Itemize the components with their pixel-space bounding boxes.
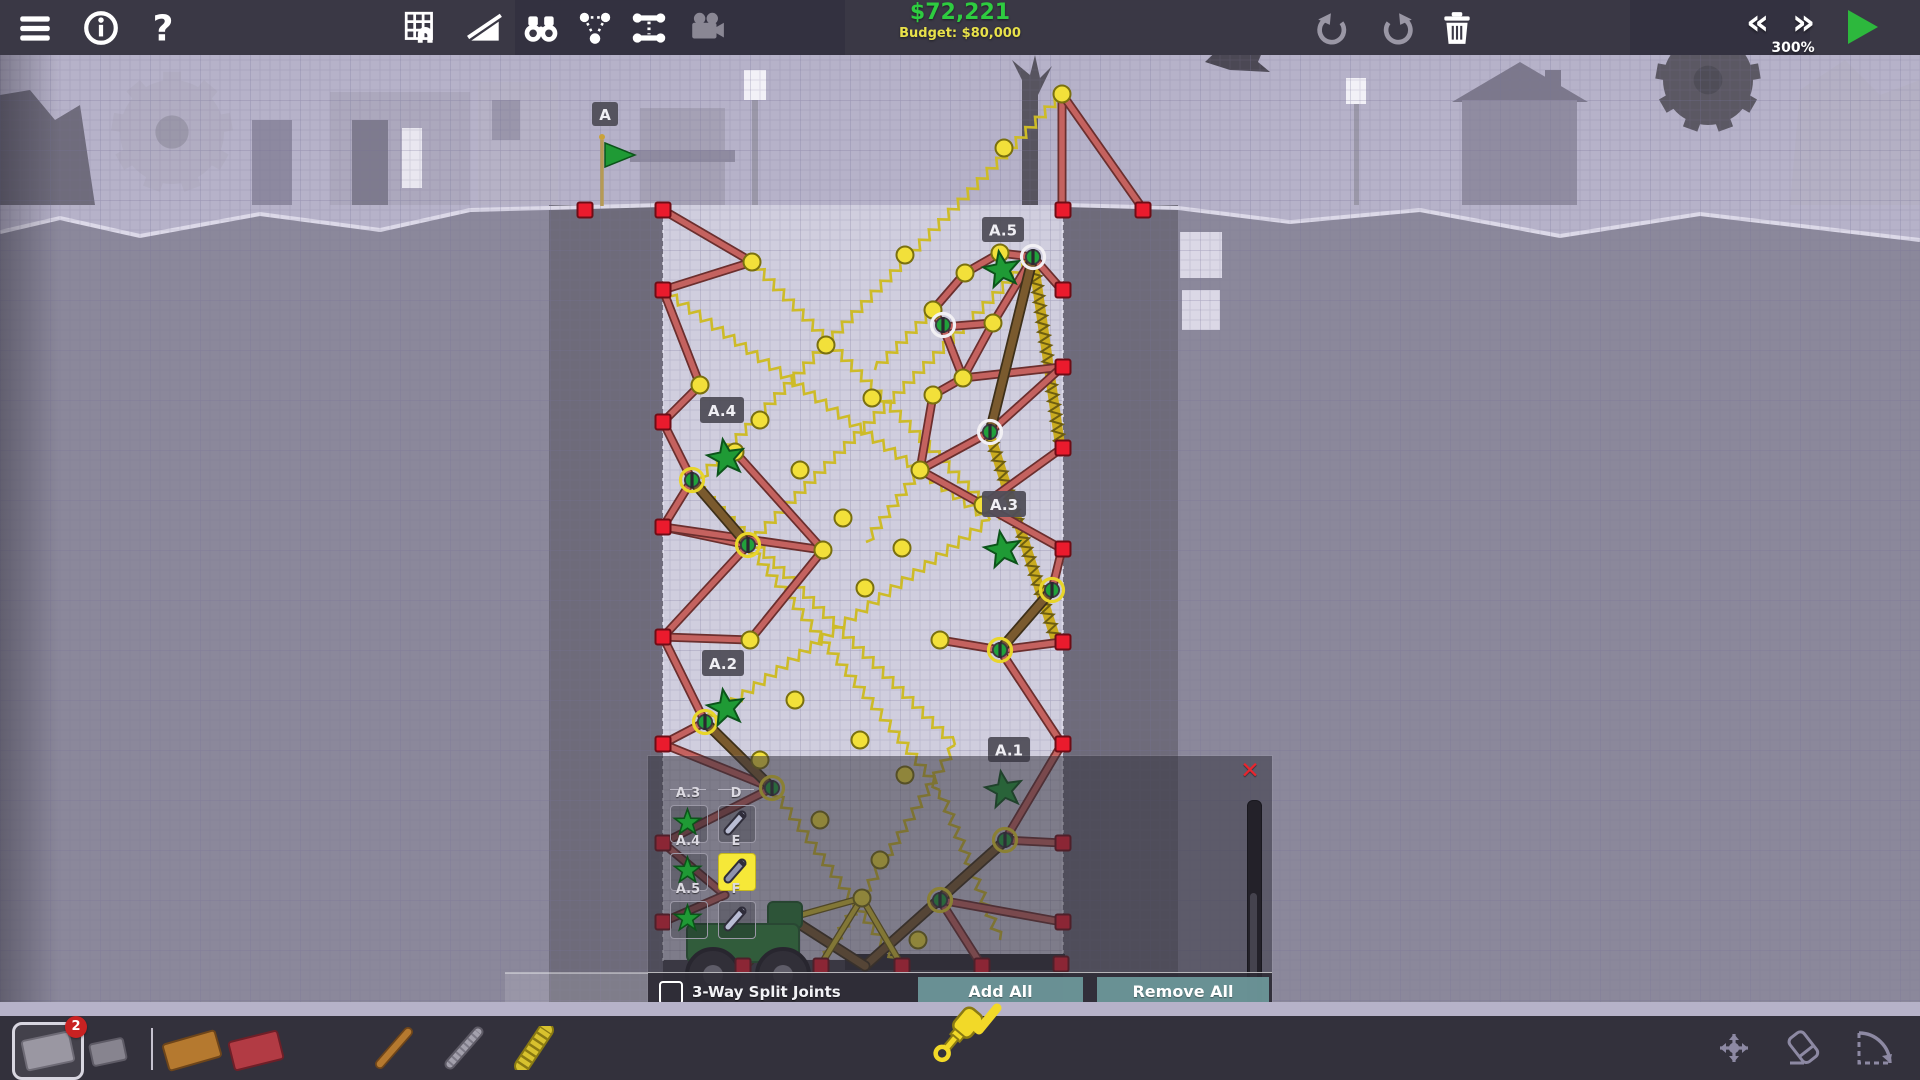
checkpoint-label: A.4 — [670, 834, 706, 849]
checkpoint-badge-label: A.4 — [708, 402, 736, 420]
eraser-material-icon — [20, 1030, 76, 1072]
binoculars-icon[interactable] — [522, 9, 560, 47]
checkpoint-badge-label: A.2 — [709, 655, 737, 673]
split-joint-cell[interactable] — [718, 901, 756, 939]
wood-material-icon[interactable] — [161, 1029, 223, 1072]
checkpoint-badge-label: A — [599, 106, 611, 124]
split-joints-icon[interactable] — [576, 9, 614, 47]
blueprint-grid-icon[interactable] — [402, 9, 440, 47]
checkpoint-badge-label: A.5 — [989, 222, 1017, 240]
count-badge: 2 — [65, 1016, 87, 1038]
toolbar-divider — [151, 1028, 153, 1070]
star-icon — [671, 902, 704, 935]
spring-material-icon[interactable] — [512, 1026, 556, 1070]
checkpoint-star-cell[interactable] — [670, 901, 708, 939]
slot-label: E — [718, 834, 754, 849]
menu-icon[interactable] — [16, 9, 54, 47]
selected-material-slot[interactable]: 2 — [12, 1022, 84, 1080]
beam-icon[interactable] — [630, 9, 668, 47]
redo-icon[interactable] — [1378, 9, 1416, 47]
budget-display: $72,221 Budget: $80,000 — [835, 0, 1085, 41]
split-joints-panel: A.3 D A.4 E A.5 F — [648, 756, 1272, 1012]
game-screen: AA.5A.4A.3A.2A.1 ? — [0, 0, 1920, 1080]
rotate-tool-icon[interactable] — [1850, 1026, 1894, 1070]
material-toolbar: 2 — [0, 1016, 1920, 1080]
checkpoint-label: A.3 — [670, 786, 706, 801]
budget-limit: Budget: $80,000 — [835, 26, 1085, 41]
checkpoint-badge-label: A.3 — [990, 496, 1018, 514]
svg-text:?: ? — [153, 9, 174, 47]
road-material-icon[interactable] — [227, 1029, 285, 1072]
undo-icon[interactable] — [1314, 9, 1352, 47]
slot-label: D — [718, 786, 754, 801]
close-icon[interactable]: ✕ — [1236, 758, 1264, 786]
ground-strip — [0, 1002, 1920, 1016]
checkpoint-label: A.5 — [670, 882, 706, 897]
help-icon[interactable]: ? — [144, 9, 182, 47]
sim-speed-label: 300% — [1758, 40, 1828, 56]
eraser-tool-icon[interactable] — [1782, 1026, 1826, 1070]
bolt-icon — [719, 902, 752, 935]
fast-forward-icon[interactable]: » — [1792, 2, 1815, 43]
current-balance: $72,221 — [835, 0, 1085, 26]
play-icon[interactable] — [1840, 6, 1882, 48]
slot-label: F — [718, 882, 754, 897]
steel-material-icon[interactable] — [442, 1026, 486, 1070]
delete-icon[interactable] — [1438, 9, 1476, 47]
info-icon[interactable] — [82, 9, 120, 47]
rewind-icon[interactable]: « — [1746, 2, 1769, 43]
background-building-silhouette — [515, 0, 845, 55]
camera-icon — [688, 9, 726, 47]
small-eraser-icon[interactable] — [88, 1037, 128, 1068]
three-way-split-label: 3-Way Split Joints — [692, 983, 841, 1001]
wood-pole-material-icon[interactable] — [372, 1026, 416, 1070]
ramp-icon[interactable] — [466, 9, 504, 47]
move-tool-icon[interactable] — [1712, 1026, 1756, 1070]
